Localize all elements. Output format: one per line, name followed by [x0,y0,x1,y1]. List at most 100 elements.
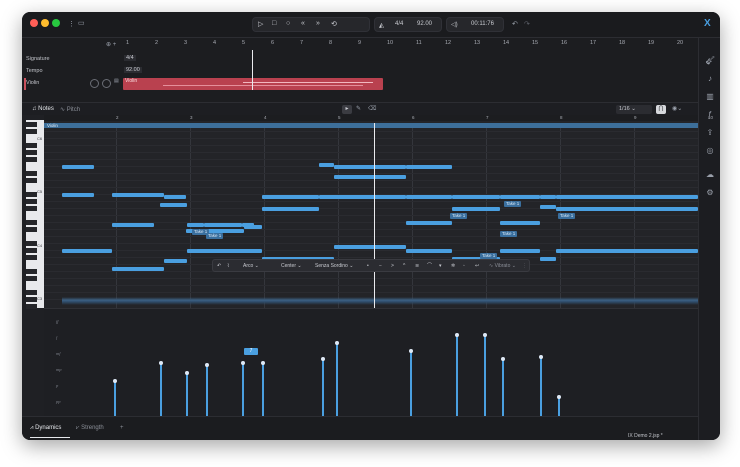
note-block[interactable] [556,195,698,199]
take-label[interactable]: Take 1 [206,233,224,239]
black-key[interactable] [26,290,37,295]
note-block[interactable] [556,249,698,253]
piano-roll[interactable]: Violin Take 1 Take 1 Take 1 Take 1 Take 1 Tak… [44,115,698,308]
note-block[interactable] [540,195,556,199]
mixer-icon[interactable]: ▤ [114,78,119,84]
note-block[interactable] [406,165,452,169]
dynamics-point[interactable] [334,341,339,345]
note-block[interactable] [187,249,262,253]
dynamics-stem[interactable] [322,359,324,416]
editor-playhead[interactable] [374,123,375,308]
record-icon[interactable]: ○ [286,20,290,27]
undo-icon[interactable]: ↶ [512,20,518,28]
dynamics-point[interactable] [556,395,561,399]
note-block[interactable] [319,195,406,199]
glide-icon[interactable]: ↩ [475,262,479,270]
black-key[interactable] [26,150,37,155]
magnet-icon[interactable]: ⋂ [656,105,666,114]
metronome-icon[interactable]: ◭ [379,21,384,29]
dynamics-point[interactable] [184,371,189,375]
dynamics-point[interactable] [260,361,265,365]
loop-icon[interactable]: ⟲ [331,20,337,28]
black-key[interactable] [26,304,37,309]
note-block[interactable] [262,207,319,211]
region-header[interactable]: Violin [44,123,698,128]
bow-icon[interactable]: ⌇ [227,262,229,270]
dynamics-stem[interactable] [456,335,458,416]
black-key[interactable] [26,241,37,246]
spiccato-icon[interactable]: ▾ [439,262,442,270]
dynamics-lane[interactable]: 7 fffmfmppppppp [44,308,698,416]
black-key[interactable] [26,157,37,162]
note-block[interactable] [62,193,94,197]
gear-icon[interactable]: ⚙ [705,188,715,198]
black-key[interactable] [26,122,37,127]
undo-articulation-icon[interactable]: ↶ [217,262,221,270]
zoom-button[interactable] [52,19,60,27]
black-key[interactable] [26,297,37,302]
quantize-select[interactable]: 1/16 ⌄ [616,105,652,114]
rewind-icon[interactable]: « [301,20,305,27]
time-signature-display[interactable]: 4/4 [395,21,403,27]
document-icon[interactable]: ▭ [78,19,85,27]
note-block[interactable] [319,163,334,167]
tempo-display[interactable]: 92.00 [417,21,432,27]
minimize-button[interactable] [41,19,49,27]
note-block[interactable] [556,207,698,211]
eye-icon[interactable]: ◎ [705,146,715,156]
note-block[interactable] [406,249,452,253]
black-key[interactable] [26,220,37,225]
note-block[interactable] [452,195,500,199]
black-key[interactable] [26,178,37,183]
note-block[interactable] [204,223,242,227]
dynamics-stem[interactable] [410,351,412,416]
dynamics-stem[interactable] [336,343,338,416]
black-key[interactable] [26,248,37,253]
forward-icon[interactable]: » [316,20,320,27]
pencil-tool-icon[interactable]: ✎ [356,105,361,112]
note-block[interactable] [334,175,406,179]
drag-handle-icon[interactable]: ⋮ [522,262,527,270]
tenuto-icon[interactable]: − [379,262,382,270]
dynamics-stem[interactable] [502,359,504,416]
vibrato-select[interactable]: ∿ Vibrato ⌄ [489,262,516,270]
mixer-rail-icon[interactable]: ▥ [705,92,715,102]
note-block[interactable] [62,165,94,169]
note-block[interactable] [112,193,164,197]
note-block[interactable] [187,223,204,227]
speaker-icon[interactable]: ◁) [451,21,458,28]
black-key[interactable] [26,199,37,204]
take-label[interactable]: Take 1 [558,213,576,219]
dynamics-stem[interactable] [558,397,560,416]
dynamics-point[interactable] [500,357,505,361]
dynamics-stem[interactable] [262,363,264,416]
pointer-tool-icon[interactable]: ▸ [342,105,352,114]
harmonic-icon[interactable]: ◦ [463,262,465,270]
take-label[interactable]: Take 1 [500,231,518,237]
dynamics-stem[interactable] [206,365,208,416]
note-block[interactable] [452,207,500,211]
dynamics-point[interactable] [158,361,163,365]
black-key[interactable] [26,143,37,148]
more-icon[interactable]: ⋮ [68,20,75,28]
note-block[interactable] [244,225,262,229]
dynamics-stem[interactable] [484,335,486,416]
export-icon[interactable]: ⇪ [705,128,715,138]
note-block[interactable] [164,259,187,263]
dynamics-point[interactable] [320,357,325,361]
black-key[interactable] [26,255,37,260]
note-block[interactable] [160,203,187,207]
note-block[interactable] [540,257,556,261]
dynamics-point[interactable] [204,363,209,367]
dynamics-point[interactable] [240,361,245,365]
note-block[interactable] [406,195,452,199]
add-lane-button[interactable]: + [120,425,124,431]
tempo-value[interactable]: 92.00 [124,67,142,73]
note-block[interactable] [500,221,540,225]
arco-select[interactable]: Arco ⌄ [243,262,259,270]
dynamics-point[interactable] [112,379,117,383]
note-block[interactable] [164,195,186,199]
black-key[interactable] [26,206,37,211]
close-button[interactable] [30,19,38,27]
note-block[interactable] [406,221,452,225]
